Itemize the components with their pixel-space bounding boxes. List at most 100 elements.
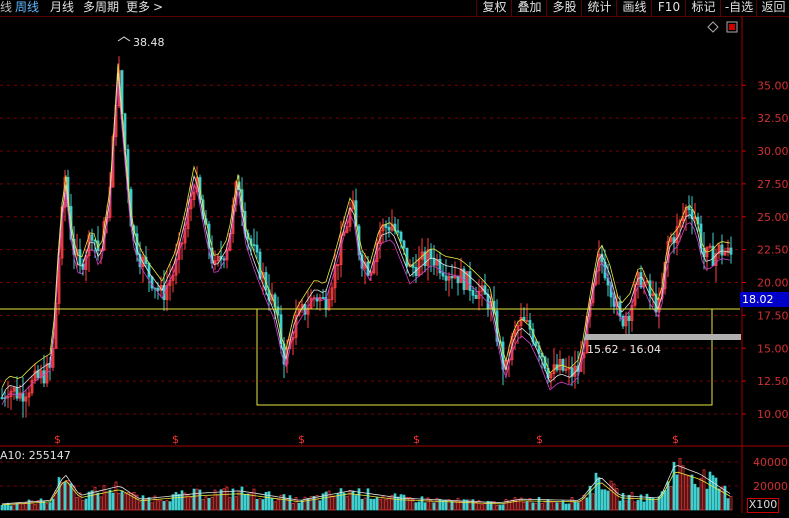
event-marker[interactable]: $ xyxy=(298,433,305,446)
volume-bar xyxy=(276,499,280,511)
candle-body xyxy=(321,297,325,299)
tab-monthly[interactable]: 月线 xyxy=(50,0,74,16)
draw-line-button[interactable]: 画线 xyxy=(616,0,652,16)
volume-bar xyxy=(708,471,712,511)
volume-bar xyxy=(66,480,70,511)
candle-body xyxy=(147,263,151,278)
more-arrow-icon[interactable]: > xyxy=(153,0,163,16)
f10-button[interactable]: F10 xyxy=(651,0,686,16)
diamond-icon[interactable] xyxy=(707,21,719,33)
volume-bar xyxy=(144,499,148,511)
volume-bar xyxy=(168,501,172,511)
tab-multi-period[interactable]: 多周期 xyxy=(83,0,119,16)
volume-bar xyxy=(147,497,151,511)
range-box[interactable] xyxy=(256,308,713,406)
fuquan-button[interactable]: 复权 xyxy=(476,0,512,16)
volume-bar xyxy=(12,504,16,511)
volume-bar xyxy=(597,477,601,511)
volume-bar xyxy=(312,495,316,511)
remove-watchlist-button[interactable]: -自选 xyxy=(720,0,757,16)
volume-bar xyxy=(165,500,169,511)
candle-body xyxy=(483,285,487,295)
volume-bar xyxy=(561,500,565,511)
volume-bar xyxy=(0,504,4,511)
event-marker[interactable]: $ xyxy=(413,433,420,446)
volume-axis: 40000 20000 xyxy=(753,456,788,493)
volume-bar xyxy=(99,496,103,511)
overlay-button[interactable]: 叠加 xyxy=(511,0,547,16)
volume-bar xyxy=(231,488,235,511)
back-button[interactable]: 返回 xyxy=(756,0,789,16)
volume-tick-label: 20000 xyxy=(753,480,788,493)
mark-button[interactable]: 标记 xyxy=(685,0,721,16)
volume-bar xyxy=(522,501,526,511)
volume-bar xyxy=(15,503,19,511)
volume-bar xyxy=(711,475,715,511)
volume-bar xyxy=(432,502,436,511)
volume-bar xyxy=(585,497,589,511)
multi-stock-button[interactable]: 多股 xyxy=(546,0,582,16)
volume-bar xyxy=(60,482,64,511)
volume-bar xyxy=(690,474,694,511)
volume-bar xyxy=(171,494,175,511)
volume-bar xyxy=(549,501,553,511)
event-marker[interactable]: $ xyxy=(536,433,543,446)
volume-bar xyxy=(495,505,499,511)
volume-bar xyxy=(642,501,646,511)
price-tick-label: 10.00 xyxy=(757,408,789,421)
volume-bar xyxy=(405,496,409,511)
price-tick-label: 32.50 xyxy=(757,112,789,125)
candle-body xyxy=(15,387,19,399)
event-markers: $ $ $ $ $ $ xyxy=(54,433,679,446)
candle-body xyxy=(396,230,400,233)
price-tick-label: 12.50 xyxy=(757,375,789,388)
volume-bar xyxy=(240,486,244,511)
candle-body xyxy=(255,244,259,253)
volume-bar xyxy=(225,486,229,511)
volume-bar xyxy=(372,498,376,511)
volume-bar xyxy=(210,497,214,511)
candle-body xyxy=(90,234,94,241)
tab-partial[interactable]: 线 xyxy=(0,0,12,16)
volume-bar xyxy=(273,501,277,511)
volume-bar xyxy=(501,504,505,511)
statistics-button[interactable]: 统计 xyxy=(581,0,617,16)
candle-body xyxy=(534,341,538,347)
volume-bar xyxy=(162,501,166,511)
volume-bar xyxy=(552,501,556,511)
volume-bar xyxy=(618,500,622,511)
volume-bar xyxy=(105,491,109,511)
volume-bar xyxy=(156,500,160,511)
volume-bar xyxy=(525,501,529,511)
event-marker[interactable]: $ xyxy=(172,433,179,446)
volume-bar xyxy=(216,494,220,511)
event-marker[interactable]: $ xyxy=(54,433,61,446)
volume-bar xyxy=(459,501,463,511)
tab-more[interactable]: 更多 xyxy=(126,0,150,16)
candlesticks xyxy=(0,56,733,418)
volume-bar xyxy=(645,493,649,511)
range-text-label: 15.62 - 16.04 xyxy=(587,343,661,356)
volume-bar xyxy=(363,497,367,511)
volume-bar xyxy=(705,488,709,511)
volume-bar xyxy=(288,495,292,511)
volume-bar xyxy=(21,503,25,511)
kline-chart[interactable]: 35.00 32.50 30.00 27.50 25.00 22.50 20.00 17.50… xyxy=(0,17,789,518)
volume-bar xyxy=(474,501,478,511)
volume-bar xyxy=(513,497,517,511)
volume-bar xyxy=(411,499,415,511)
volume-bar xyxy=(93,486,97,511)
volume-scale-label[interactable]: X100 xyxy=(747,498,779,513)
volume-bar xyxy=(207,497,211,511)
event-marker[interactable]: $ xyxy=(672,433,679,446)
tab-weekly[interactable]: 周线 xyxy=(15,0,39,16)
volume-bar xyxy=(483,502,487,511)
volume-bar xyxy=(540,503,544,511)
volume-bar xyxy=(180,490,184,511)
price-tick-label: 30.00 xyxy=(757,145,789,158)
candle-body xyxy=(561,358,565,371)
volume-info: A10: 255147 xyxy=(0,449,71,462)
volume-bar xyxy=(663,490,667,511)
volume-bar xyxy=(393,493,397,511)
volume-bar xyxy=(336,493,340,511)
